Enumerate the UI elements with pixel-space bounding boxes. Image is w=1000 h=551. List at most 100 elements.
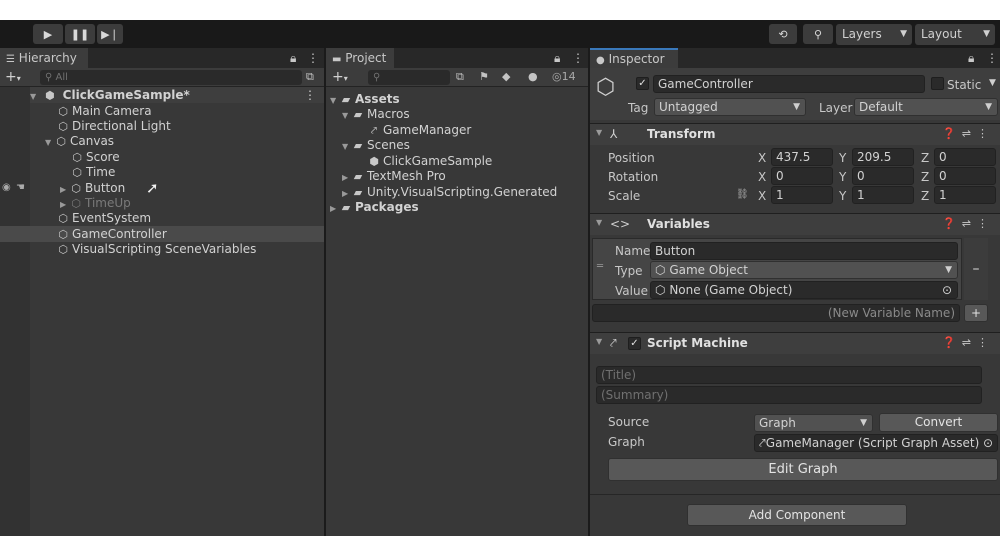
project-search-input[interactable]: ⚲ [368, 70, 450, 85]
rot-y-field[interactable]: 0 [852, 167, 914, 185]
pickable-hand-icon[interactable]: ☚ [16, 180, 25, 196]
variables-header[interactable]: ▼ <> Variables ❓⇌⋮ [590, 213, 1000, 235]
lock-icon[interactable]: 🔒︎ [968, 48, 974, 68]
script-machine-enabled-checkbox[interactable]: ✓ [628, 337, 641, 350]
rot-x-axis[interactable]: X [758, 169, 766, 185]
object-name-field[interactable]: GameController [653, 75, 925, 93]
tree-item-directional-light[interactable]: ⬡ Directional Light [57, 118, 170, 134]
tree-item-timeup[interactable]: ▶ ⬡ TimeUp [60, 195, 131, 211]
tag-icon[interactable]: ◆ [502, 70, 510, 83]
tree-item-scene[interactable]: ▼ ⬢ ClickGameSample* ⋮ [30, 87, 324, 103]
history-button[interactable]: ⟲ [769, 24, 797, 44]
kebab-menu-icon[interactable]: ⋮ [572, 48, 584, 68]
info-icon[interactable]: ● [528, 70, 538, 83]
scale-y-field[interactable]: 1 [852, 186, 914, 204]
object-picker-icon[interactable]: ⊙ [942, 282, 952, 298]
visibility-eye-icon[interactable]: ◉ [2, 180, 11, 196]
component-tools[interactable]: ❓⇌⋮ [942, 217, 994, 230]
kebab-menu-icon[interactable]: ⋮ [977, 127, 994, 140]
tab-hierarchy[interactable]: ☰ Hierarchy [0, 48, 88, 68]
layout-dropdown[interactable]: Layout ▼ [915, 24, 995, 45]
kebab-menu-icon[interactable]: ⋮ [977, 217, 994, 230]
active-checkbox[interactable]: ✓ [636, 77, 649, 90]
new-variable-name-field[interactable]: (New Variable Name) [592, 304, 960, 322]
tree-item-scenevariables[interactable]: ⬡ VisualScripting SceneVariables [57, 241, 256, 257]
tree-item-score[interactable]: ⬡ Score [71, 149, 119, 165]
tree-item-button[interactable]: ◉ ☚ ▶ ⬡ Button ➚ [0, 180, 324, 196]
search-button[interactable]: ⚲ [803, 24, 833, 44]
rot-z-field[interactable]: 0 [934, 167, 996, 185]
help-icon[interactable]: ❓ [942, 336, 962, 349]
folder-textmesh-pro[interactable]: ▶ ▰ TextMesh Pro [342, 168, 446, 184]
variable-value-field[interactable]: ⬡ None (Game Object) ⊙ [650, 281, 958, 299]
filter-label-icon[interactable]: ⚑ [479, 70, 489, 83]
layer-dropdown[interactable]: Default ▼ [854, 98, 998, 116]
variable-type-dropdown[interactable]: ⬡ Game Object ▼ [650, 261, 958, 279]
pause-button[interactable]: ❚❚ [65, 24, 95, 44]
remove-variable-button[interactable]: – [964, 238, 988, 300]
transform-header[interactable]: ▼ ⅄ Transform ❓⇌⋮ [590, 123, 1000, 145]
pos-y-axis[interactable]: Y [839, 150, 846, 166]
constrain-proportions-icon[interactable]: ⛓ [736, 189, 749, 200]
scene-filter-icon[interactable]: ⧉ [306, 70, 314, 84]
scale-z-axis[interactable]: Z [921, 188, 929, 204]
folder-macros[interactable]: ▼ ▰ Macros [342, 106, 410, 122]
graph-field[interactable]: ⤤GameManager (Script Graph Asset) ⊙ [754, 434, 998, 452]
add-component-button[interactable]: Add Component [687, 504, 907, 526]
pos-x-axis[interactable]: X [758, 150, 766, 166]
add-icon[interactable]: +▾ [5, 69, 21, 87]
tree-item-eventsystem[interactable]: ⬡ EventSystem [57, 210, 151, 226]
kebab-menu-icon[interactable]: ⋮ [304, 87, 316, 103]
tag-dropdown[interactable]: Untagged ▼ [654, 98, 806, 116]
help-icon[interactable]: ❓ [942, 127, 962, 140]
edit-graph-button[interactable]: Edit Graph [608, 458, 998, 481]
lock-icon[interactable]: 🔒︎ [290, 48, 296, 68]
preset-icon[interactable]: ⇌ [962, 336, 977, 349]
folder-assets[interactable]: ▼ ▰ Assets [330, 91, 400, 107]
hidden-count[interactable]: ◎14 [552, 70, 576, 83]
rot-y-axis[interactable]: Y [839, 169, 846, 185]
filter-type-icon[interactable]: ⧉ [456, 70, 464, 84]
component-tools[interactable]: ❓⇌⋮ [942, 336, 994, 349]
rot-x-field[interactable]: 0 [771, 167, 833, 185]
pos-z-field[interactable]: 0 [934, 148, 996, 166]
asset-gamemanager[interactable]: ⤤ GameManager [368, 122, 471, 138]
kebab-menu-icon[interactable]: ⋮ [977, 336, 994, 349]
script-machine-header[interactable]: ▼ ⤤ ✓ Script Machine ❓⇌⋮ [590, 332, 1000, 354]
tab-project[interactable]: ▬ Project [326, 48, 394, 68]
folder-scenes[interactable]: ▼ ▰ Scenes [342, 137, 410, 153]
tab-inspector[interactable]: ● Inspector [590, 48, 678, 68]
convert-button[interactable]: Convert [879, 413, 998, 432]
add-variable-button[interactable]: + [964, 304, 988, 322]
script-title-field[interactable]: (Title) [596, 366, 982, 384]
kebab-menu-icon[interactable]: ⋮ [986, 48, 998, 68]
preset-icon[interactable]: ⇌ [962, 217, 977, 230]
kebab-menu-icon[interactable]: ⋮ [307, 48, 319, 68]
rot-z-axis[interactable]: Z [921, 169, 929, 185]
tree-item-gamecontroller[interactable]: ⬡ GameController [0, 226, 324, 242]
help-icon[interactable]: ❓ [942, 217, 962, 230]
drag-handle-icon[interactable]: ═ [597, 261, 603, 272]
add-icon[interactable]: +▾ [332, 69, 348, 87]
script-summary-field[interactable]: (Summary) [596, 386, 982, 404]
asset-clickgamesample[interactable]: ⬢ ClickGameSample [368, 153, 492, 169]
folder-visualscripting-generated[interactable]: ▶ ▰ Unity.VisualScripting.Generated [342, 184, 557, 200]
variable-name-field[interactable]: Button [650, 242, 958, 260]
preset-icon[interactable]: ⇌ [962, 127, 977, 140]
pos-x-field[interactable]: 437.5 [771, 148, 833, 166]
step-button[interactable]: ▶❘ [97, 24, 123, 44]
hierarchy-search-input[interactable]: ⚲ All [40, 70, 302, 85]
source-dropdown[interactable]: Graph ▼ [754, 414, 873, 432]
tree-item-time[interactable]: ⬡ Time [71, 164, 115, 180]
layers-dropdown[interactable]: Layers ▼ [836, 24, 912, 45]
static-checkbox[interactable] [931, 77, 944, 90]
scale-z-field[interactable]: 1 [934, 186, 996, 204]
play-button[interactable]: ▶ [33, 24, 63, 44]
tree-item-canvas[interactable]: ▼ ⬡ Canvas [45, 133, 114, 149]
pos-y-field[interactable]: 209.5 [852, 148, 914, 166]
scale-x-axis[interactable]: X [758, 188, 766, 204]
pos-z-axis[interactable]: Z [921, 150, 929, 166]
scale-x-field[interactable]: 1 [771, 186, 833, 204]
chevron-down-icon[interactable]: ▼ [989, 78, 996, 88]
folder-packages[interactable]: ▶ ▰ Packages [330, 199, 419, 215]
